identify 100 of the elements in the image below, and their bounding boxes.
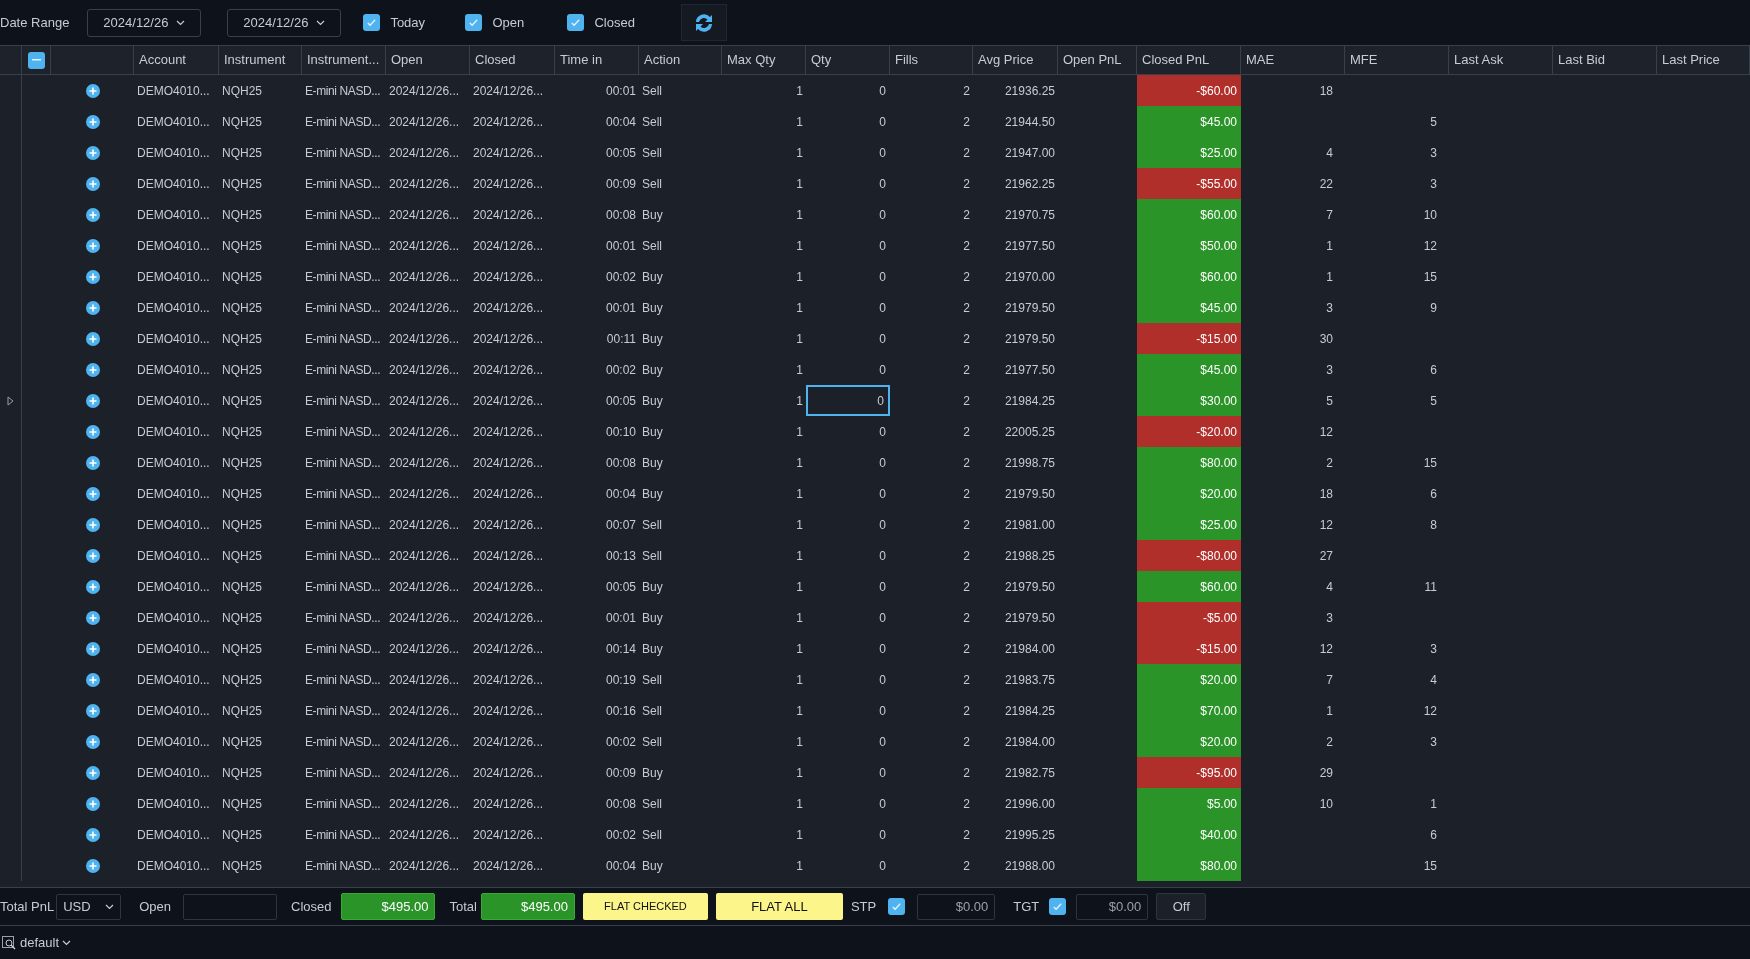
checkbox[interactable]: [465, 14, 483, 31]
checkbox[interactable]: [1049, 898, 1067, 915]
expand-icon[interactable]: [85, 641, 100, 656]
expand-icon[interactable]: [85, 176, 100, 191]
column-header[interactable]: Open PnL: [1063, 50, 1122, 70]
mae-cell-text: 7: [1326, 206, 1333, 224]
expand-icon[interactable]: [85, 796, 100, 811]
account-cell-text: DEMO4010...: [137, 547, 210, 565]
action-cell-text: Sell: [642, 82, 662, 100]
time-in-cell-text: 00:08: [605, 795, 636, 813]
column-header[interactable]: Qty: [811, 50, 832, 70]
flat-checked-button[interactable]: FLAT CHECKED: [582, 893, 708, 920]
qty-cell-text: 0: [879, 485, 886, 503]
expand-icon[interactable]: [85, 672, 100, 687]
expand-icon[interactable]: [85, 517, 100, 532]
column-header[interactable]: Avg Price: [978, 50, 1034, 70]
max-qty-cell-text: 1: [796, 423, 803, 441]
avg-price-cell-text: 21979.50: [1004, 485, 1055, 503]
column-header[interactable]: Action: [644, 50, 681, 70]
closed-pnl-cell: $60.00: [1137, 571, 1241, 602]
expand-icon[interactable]: [85, 331, 100, 346]
checkbox[interactable]: [567, 14, 585, 31]
expand-icon[interactable]: [85, 548, 100, 563]
avg-price-cell-text: 21977.50: [1004, 361, 1055, 379]
time-in-cell-text: 00:01: [605, 299, 636, 317]
fills-cell-text: 2: [963, 516, 970, 534]
expand-icon[interactable]: [85, 145, 100, 160]
expand-icon[interactable]: [85, 827, 100, 842]
mae-cell-text: 10: [1319, 795, 1333, 813]
max-qty-cell-text: 1: [796, 547, 803, 565]
expand-icon[interactable]: [85, 703, 100, 718]
expand-icon[interactable]: [85, 579, 100, 594]
expand-icon[interactable]: [85, 362, 100, 377]
time-in-cell-text: 00:02: [605, 733, 636, 751]
tgt-field[interactable]: $0.00: [1076, 893, 1149, 920]
expand-icon[interactable]: [85, 83, 100, 98]
qty-cell-text: 0: [879, 547, 886, 565]
instrument-cell-text: NQH25: [222, 392, 262, 410]
date-dropdown[interactable]: 2024/12/26: [87, 8, 202, 37]
off-button[interactable]: Off: [1156, 893, 1207, 920]
column-header[interactable]: Open: [391, 50, 423, 70]
expand-icon[interactable]: [85, 858, 100, 873]
column-header[interactable]: Max Qty: [727, 50, 776, 70]
expand-icon[interactable]: [85, 238, 100, 253]
action-cell-text: Buy: [642, 392, 663, 410]
account-cell-text: DEMO4010...: [137, 826, 210, 844]
workspace-dropdown[interactable]: default: [20, 932, 72, 953]
closed-time-cell-text: 2024/12/26...: [473, 547, 544, 565]
open-pnl-field[interactable]: [183, 893, 277, 920]
column-header[interactable]: Closed PnL: [1142, 50, 1210, 70]
select-all-icon[interactable]: [27, 51, 45, 69]
refresh-button[interactable]: [681, 4, 728, 41]
column-header[interactable]: MAE: [1246, 50, 1275, 70]
closed-pnl-cell: $45.00: [1137, 106, 1241, 137]
expand-icon[interactable]: [85, 269, 100, 284]
mae-cell-text: 1: [1326, 702, 1333, 720]
action-cell-text: Buy: [642, 330, 663, 348]
instrument-cell-text: NQH25: [222, 733, 262, 751]
open-time-cell-text: 2024/12/26...: [389, 82, 460, 100]
account-cell-text: DEMO4010...: [137, 454, 210, 472]
column-header[interactable]: Account: [139, 50, 186, 70]
expand-icon[interactable]: [85, 455, 100, 470]
checkbox[interactable]: [363, 14, 381, 31]
time-in-cell-text: 00:01: [605, 82, 636, 100]
closed-time-cell-text: 2024/12/26...: [473, 857, 544, 875]
column-header[interactable]: Fills: [895, 50, 919, 70]
mfe-cell-text: 15: [1423, 857, 1437, 875]
expand-icon[interactable]: [85, 486, 100, 501]
avg-price-cell-text: 21988.00: [1004, 857, 1055, 875]
checkbox[interactable]: [888, 898, 906, 915]
qty-cell-text: 0: [879, 671, 886, 689]
currency-dropdown[interactable]: USD: [56, 893, 122, 920]
column-header[interactable]: Instrument: [224, 50, 286, 70]
column-header[interactable]: Last Price: [1662, 50, 1720, 70]
column-header[interactable]: Last Bid: [1558, 50, 1605, 70]
expand-icon[interactable]: [85, 300, 100, 315]
fills-cell-text: 2: [963, 702, 970, 720]
account-cell-text: DEMO4010...: [137, 175, 210, 193]
expand-icon[interactable]: [85, 734, 100, 749]
open-time-cell-text: 2024/12/26...: [389, 733, 460, 751]
instrument-cell-text: NQH25: [222, 485, 262, 503]
stp-field[interactable]: $0.00: [917, 893, 996, 920]
flat-all-button[interactable]: FLAT ALL: [715, 893, 843, 920]
expand-icon[interactable]: [85, 393, 100, 408]
column-header[interactable]: Last Ask: [1454, 50, 1504, 70]
open-time-cell-text: 2024/12/26...: [389, 485, 460, 503]
time-in-cell-text: 00:10: [605, 423, 636, 441]
expand-icon[interactable]: [85, 424, 100, 439]
expand-icon[interactable]: [85, 610, 100, 625]
column-header[interactable]: MFE: [1350, 50, 1378, 70]
expand-icon[interactable]: [85, 207, 100, 222]
column-header[interactable]: Time in: [560, 50, 603, 70]
date-dropdown[interactable]: 2024/12/26: [227, 8, 342, 37]
column-header[interactable]: Closed: [475, 50, 516, 70]
expand-icon[interactable]: [85, 765, 100, 780]
expand-icon[interactable]: [85, 114, 100, 129]
closed-time-cell-text: 2024/12/26...: [473, 609, 544, 627]
max-qty-cell-text: 1: [796, 175, 803, 193]
open-time-cell-text: 2024/12/26...: [389, 795, 460, 813]
column-header[interactable]: Instrument...: [307, 50, 380, 70]
